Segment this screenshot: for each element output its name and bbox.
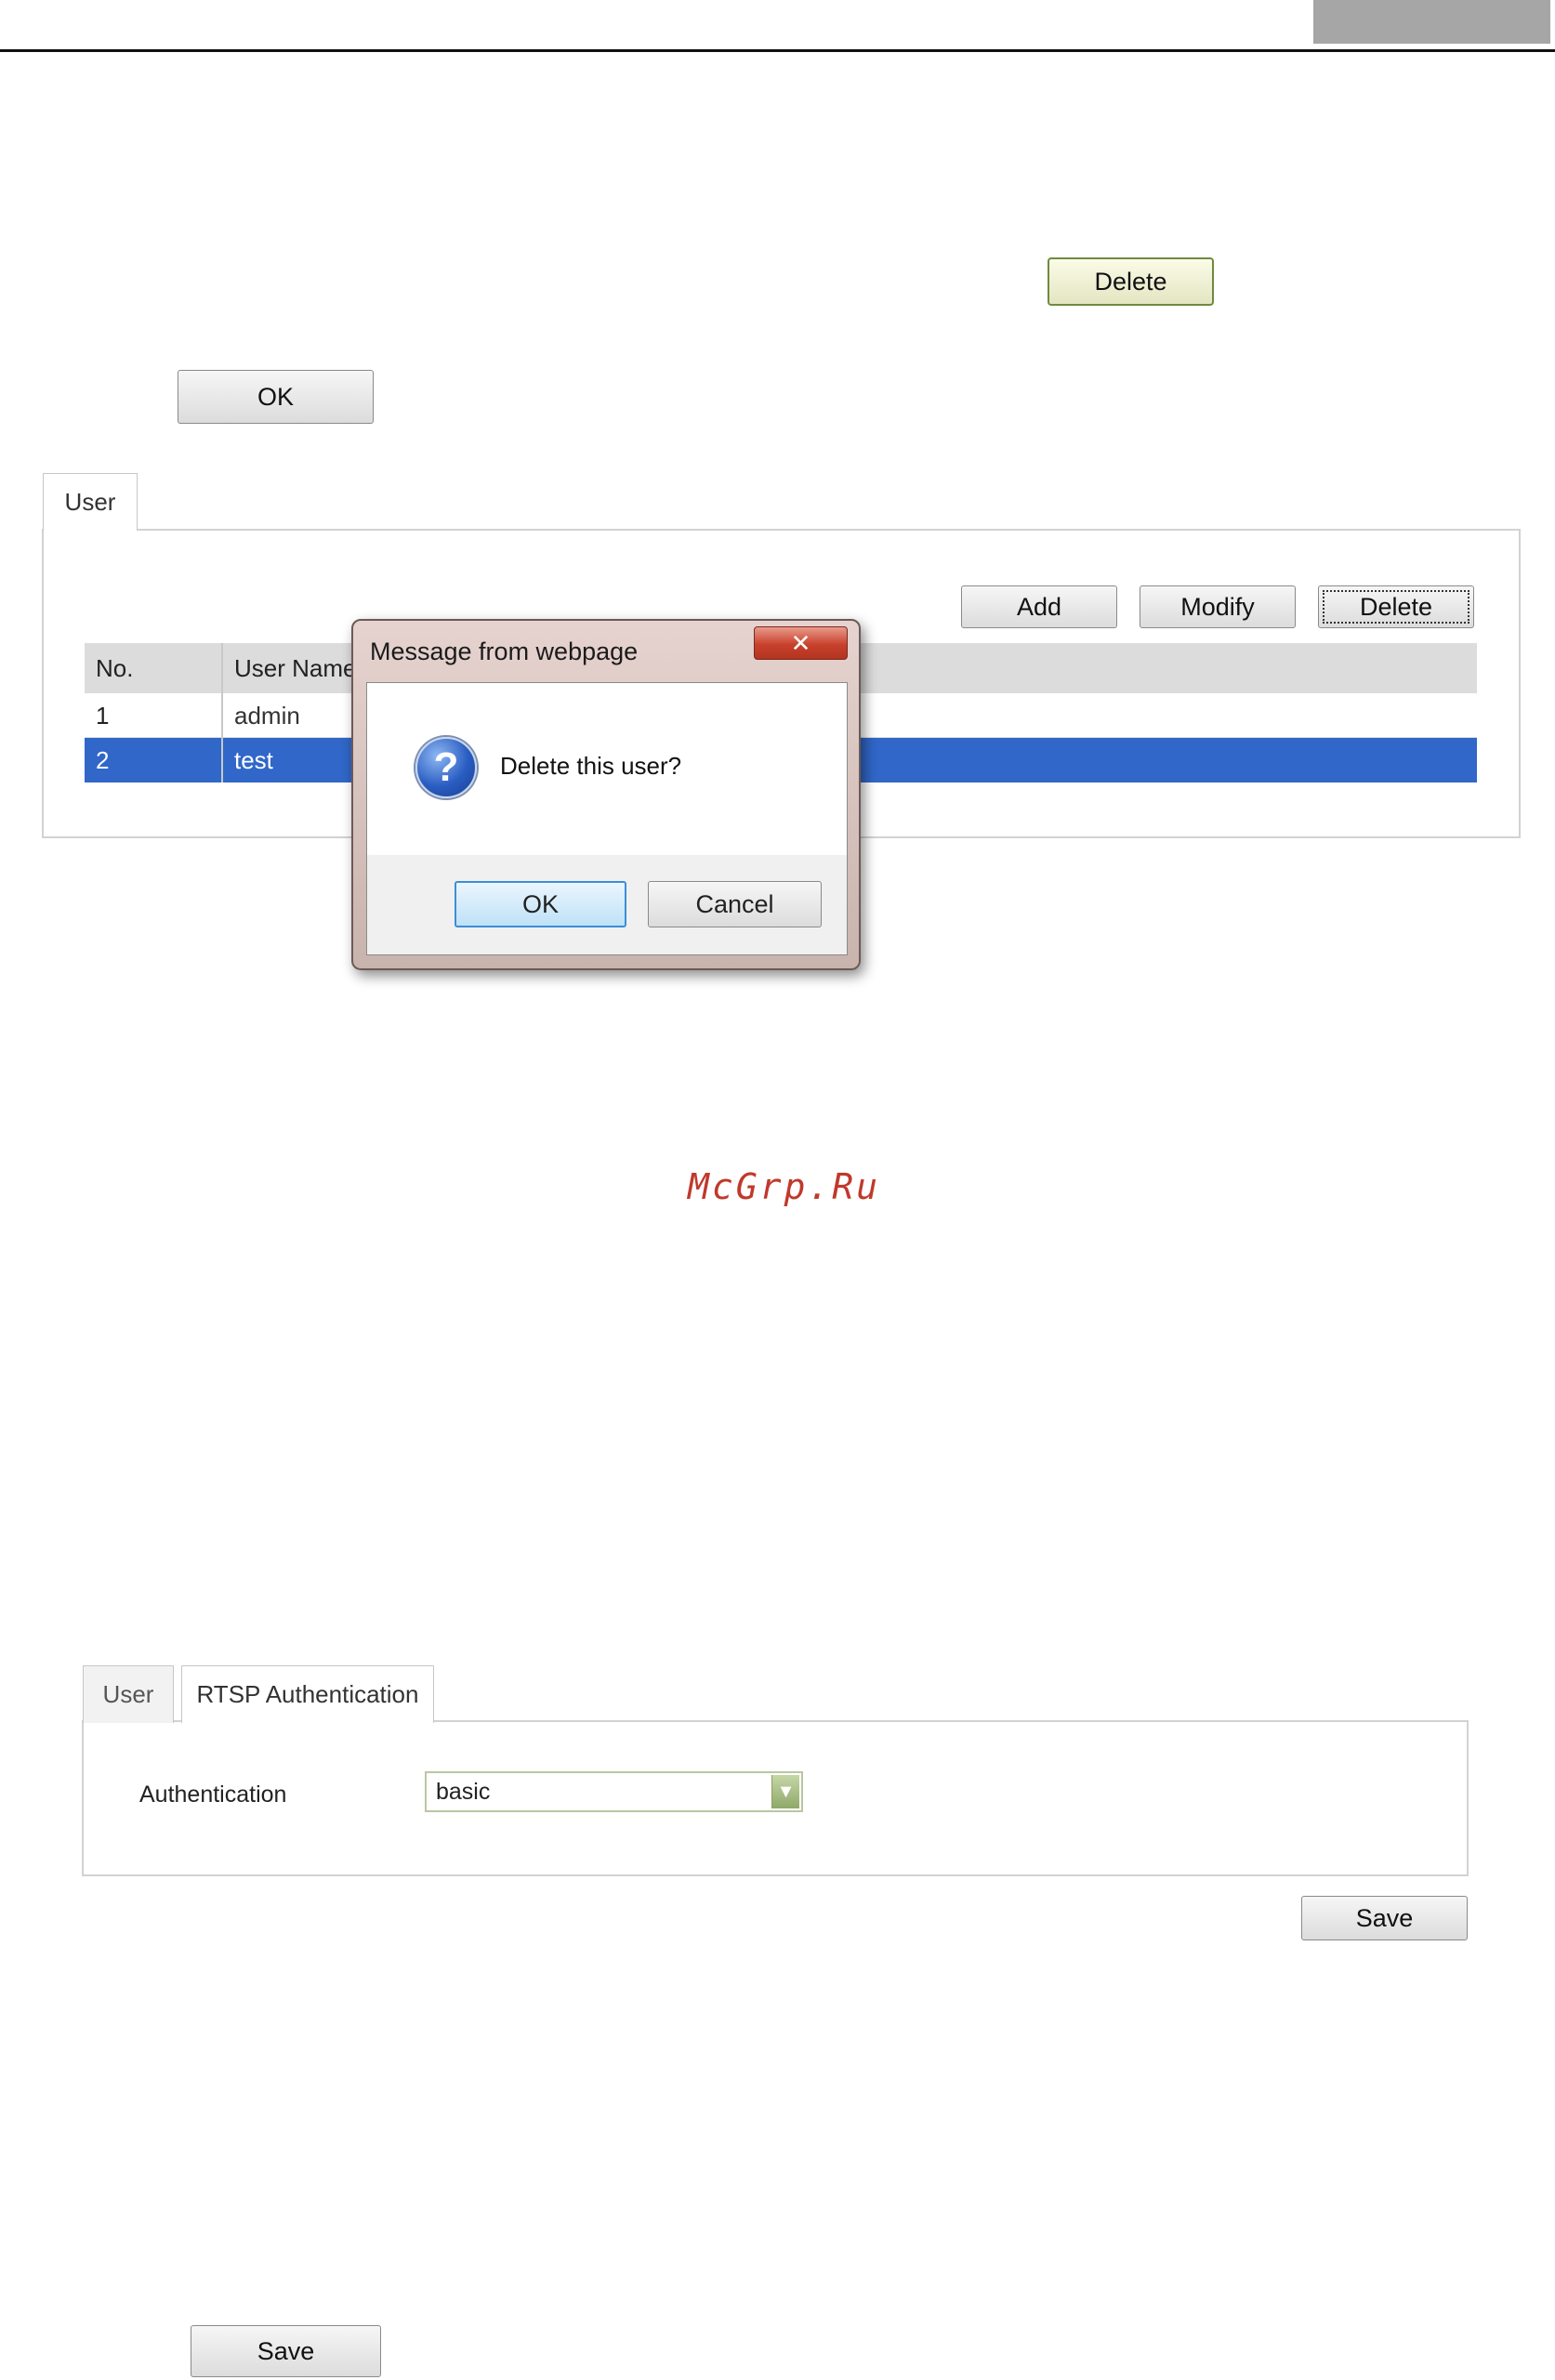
question-icon: ?	[415, 737, 477, 798]
dialog-cancel-button[interactable]: Cancel	[648, 881, 822, 927]
authentication-select[interactable]: basic	[425, 1771, 803, 1812]
delete-button[interactable]: Delete	[1318, 585, 1474, 628]
authentication-select-value: basic	[436, 1778, 491, 1805]
ok-button-sample[interactable]: OK	[178, 370, 374, 424]
tab-user[interactable]: User	[83, 1665, 174, 1723]
save-button-sample[interactable]: Save	[191, 2325, 381, 2377]
close-icon[interactable]: ✕	[754, 626, 848, 660]
column-header-no: No.	[96, 653, 134, 682]
add-button[interactable]: Add	[961, 585, 1117, 628]
column-divider	[221, 643, 223, 782]
tab-user[interactable]: User	[43, 473, 138, 531]
row-no: 1	[96, 701, 110, 730]
authentication-label: Authentication	[139, 1782, 287, 1808]
watermark: McGrp.Ru	[688, 1166, 881, 1207]
header-divider	[0, 49, 1555, 52]
row-no: 2	[96, 745, 110, 774]
dialog-body: ? Delete this user? OK Cancel	[366, 682, 848, 955]
dialog-message: Delete this user?	[500, 752, 682, 780]
dialog-title: Message from webpage	[370, 638, 639, 665]
header-block	[1313, 0, 1550, 44]
confirm-dialog: Message from webpage ✕ ? Delete this use…	[351, 619, 861, 970]
delete-button-sample[interactable]: Delete	[1048, 257, 1214, 306]
dialog-ok-button[interactable]: OK	[455, 881, 626, 927]
tab-rtsp-authentication[interactable]: RTSP Authentication	[181, 1665, 434, 1723]
chevron-down-icon[interactable]: ▼	[771, 1775, 799, 1808]
modify-button[interactable]: Modify	[1140, 585, 1296, 628]
save-button[interactable]: Save	[1301, 1896, 1468, 1940]
dialog-footer: OK Cancel	[367, 855, 847, 954]
